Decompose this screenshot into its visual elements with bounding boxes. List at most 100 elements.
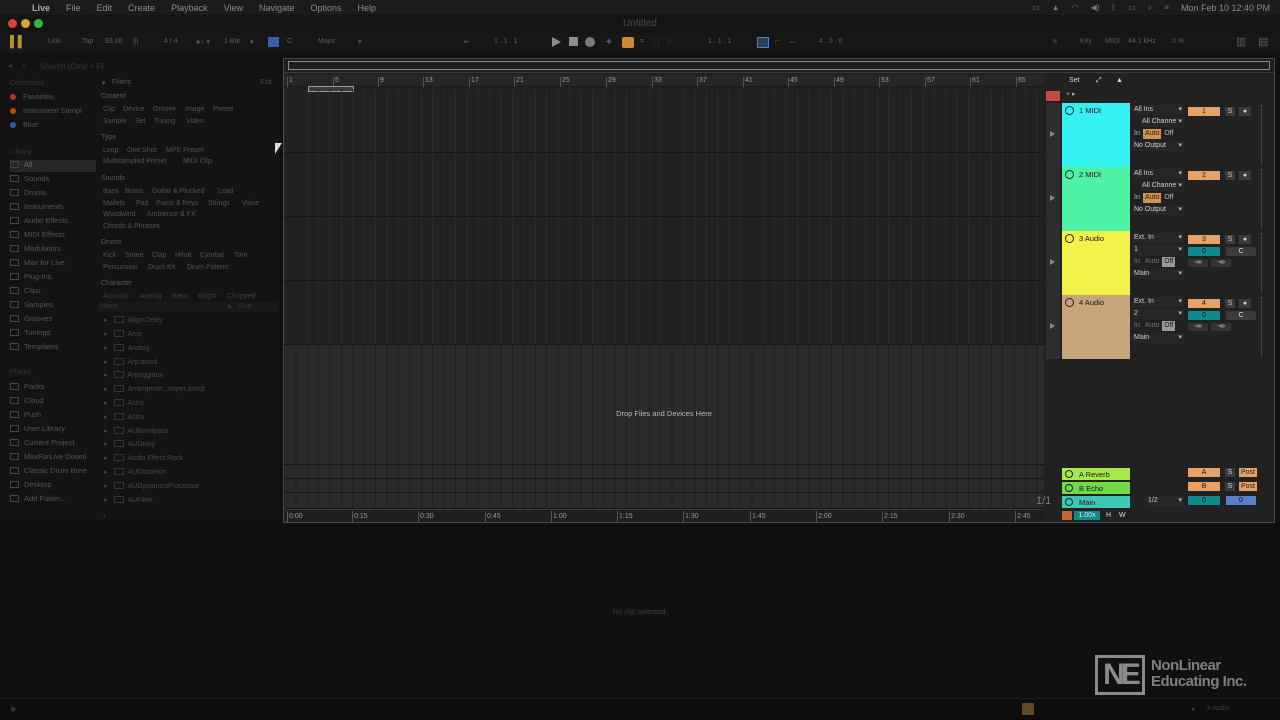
track-1-header[interactable]: 1 MIDI [1062, 103, 1130, 167]
tag-hihat[interactable]: Hihat [175, 252, 191, 259]
monitor-off[interactable]: Off [1162, 321, 1176, 331]
track-activator[interactable]: 2 [1188, 171, 1220, 180]
collection-instrument-samples[interactable]: Instrument Sampl [10, 106, 96, 118]
monitor-in[interactable]: In [1132, 321, 1142, 331]
play-button[interactable] [552, 37, 561, 47]
pencil-icon[interactable]: ✎ [1052, 38, 1058, 46]
tag-voice[interactable]: Voice [242, 200, 259, 207]
arm-button[interactable]: ● [1239, 171, 1251, 180]
tag-chopped[interactable]: Chopped [227, 293, 255, 300]
track-activator-icon[interactable] [1065, 498, 1073, 506]
filters-label[interactable]: Filters [112, 79, 131, 86]
library-item-clips[interactable]: Clips [10, 286, 96, 298]
list-item[interactable]: ▸ Arp.amxd [104, 358, 157, 366]
track-name[interactable]: 2 MIDI [1079, 170, 1101, 179]
automation-mode-icon[interactable] [1046, 91, 1060, 101]
track-4-header[interactable]: 4 Audio [1062, 295, 1130, 359]
tag-chords-phrases[interactable]: Chords & Phrases [103, 223, 160, 230]
tag-brass[interactable]: Brass [125, 188, 143, 195]
quantize-chevron-icon[interactable]: ▾ [250, 38, 254, 46]
places-item-user-library[interactable]: User Library [10, 424, 96, 436]
list-item[interactable]: ▸ Amp [104, 330, 142, 338]
track-lane-1[interactable] [284, 89, 1044, 153]
tag-drum-kit[interactable]: Drum Kit [148, 264, 175, 271]
return-name[interactable]: B Echo [1079, 484, 1103, 493]
tag-tuning[interactable]: Tuning [154, 118, 175, 125]
arm-button[interactable]: ● [1239, 299, 1251, 308]
loop-length-field[interactable]: 4 . 0 . 0 [819, 38, 842, 45]
tag-strings[interactable]: Strings [208, 200, 230, 207]
track-3-fold[interactable] [1046, 231, 1060, 295]
library-item-drums[interactable]: Drums [10, 188, 96, 200]
menu-navigate[interactable]: Navigate [251, 3, 303, 13]
library-item-max-for-live[interactable]: Max for Live [10, 258, 96, 270]
list-item[interactable]: ▸ Arpeggiator [104, 371, 164, 379]
tag-lead[interactable]: Lead [218, 188, 234, 195]
tag-video[interactable]: Video [186, 118, 204, 125]
metronome-follow-icon[interactable] [1062, 511, 1072, 520]
tag-woodwind[interactable]: Woodwind [103, 211, 136, 218]
menu-options[interactable]: Options [302, 3, 349, 13]
menu-create[interactable]: Create [120, 3, 163, 13]
monitor-auto[interactable]: Auto [1143, 257, 1161, 267]
set-button[interactable]: Set [1069, 77, 1080, 84]
track-4-fold[interactable] [1046, 295, 1060, 359]
control-center-icon[interactable]: ≡ [1164, 3, 1169, 12]
tag-cymbal[interactable]: Cymbal [200, 252, 224, 259]
col-size[interactable]: Size [238, 303, 252, 310]
input-channel-select[interactable]: 1 [1132, 245, 1184, 255]
menu-help[interactable]: Help [350, 3, 385, 13]
places-item-cloud[interactable]: Cloud [10, 396, 96, 408]
track-activator[interactable]: 4 [1188, 299, 1220, 308]
pre-post-button[interactable]: Post [1239, 468, 1257, 477]
tag-snare[interactable]: Snare [125, 252, 144, 259]
solo-button[interactable]: S [1225, 235, 1235, 244]
record-button[interactable] [585, 37, 595, 47]
send-a-field[interactable]: -∞ [1188, 259, 1208, 267]
monitor-in[interactable]: In [1132, 257, 1142, 267]
library-item-all[interactable]: All [10, 160, 96, 172]
track-lane-3[interactable] [284, 217, 1044, 281]
main-lane[interactable] [284, 493, 1044, 509]
main-track-header[interactable]: Main [1062, 496, 1130, 508]
monitor-switch[interactable]: In Auto Off [1132, 129, 1176, 139]
prev-icon[interactable]: + ▸ [1066, 90, 1076, 98]
tap-button[interactable]: Tap [82, 38, 93, 45]
info-view-icon[interactable]: ◉ [10, 705, 16, 713]
punch-in-icon[interactable]: ⌐ [775, 38, 779, 45]
list-item[interactable]: ▸ AUDelay [104, 440, 155, 448]
tag-bright[interactable]: Bright [198, 293, 216, 300]
list-item[interactable]: ▸ Align Delay [104, 316, 163, 324]
overdub-icon[interactable]: ✚ [606, 38, 612, 46]
arm-button[interactable]: ● [1239, 107, 1251, 116]
monitor-in[interactable]: In [1132, 193, 1142, 203]
track-activator-icon[interactable] [1065, 470, 1073, 478]
tag-pad[interactable]: Pad [136, 200, 148, 207]
tag-ambience-fx[interactable]: Ambience & FX [147, 211, 196, 218]
channel-select[interactable]: All Channe [1140, 117, 1184, 127]
add-icon[interactable]: + [102, 512, 107, 521]
monitor-auto[interactable]: Auto [1142, 129, 1162, 139]
tag-kick[interactable]: Kick [103, 252, 116, 259]
solo-button[interactable]: S [1225, 107, 1235, 116]
monitor-switch[interactable]: In Auto Off [1132, 257, 1176, 267]
alert-icon[interactable]: ▲ [1052, 3, 1060, 12]
track-activator-icon[interactable] [1065, 106, 1074, 115]
library-item-audio-effects[interactable]: Audio Effects [10, 216, 96, 228]
send-a-field[interactable]: -∞ [1188, 323, 1208, 331]
height-toggle[interactable]: H [1106, 512, 1111, 519]
main-cue-volume[interactable]: 0 [1226, 496, 1256, 505]
scale-mode-icon[interactable] [268, 37, 279, 47]
tempo-field[interactable]: 93.00 [105, 38, 123, 45]
tag-sample[interactable]: Sample [103, 118, 127, 125]
filters-edit-button[interactable]: Edit [260, 79, 272, 86]
tag-piano-keys[interactable]: Piano & Keys [156, 200, 198, 207]
midi-track-indicator-icon[interactable] [1022, 703, 1034, 715]
monitor-off[interactable]: Off [1162, 129, 1175, 139]
list-item[interactable]: ▸ Astra [104, 413, 144, 421]
volume-icon[interactable]: ◀) [1091, 3, 1100, 12]
stop-button[interactable] [569, 37, 578, 46]
list-item[interactable]: ▸ Audio Effect Rack [104, 454, 183, 462]
tag-basic[interactable]: Basic [172, 293, 189, 300]
volume-field[interactable]: 0 [1188, 311, 1220, 320]
